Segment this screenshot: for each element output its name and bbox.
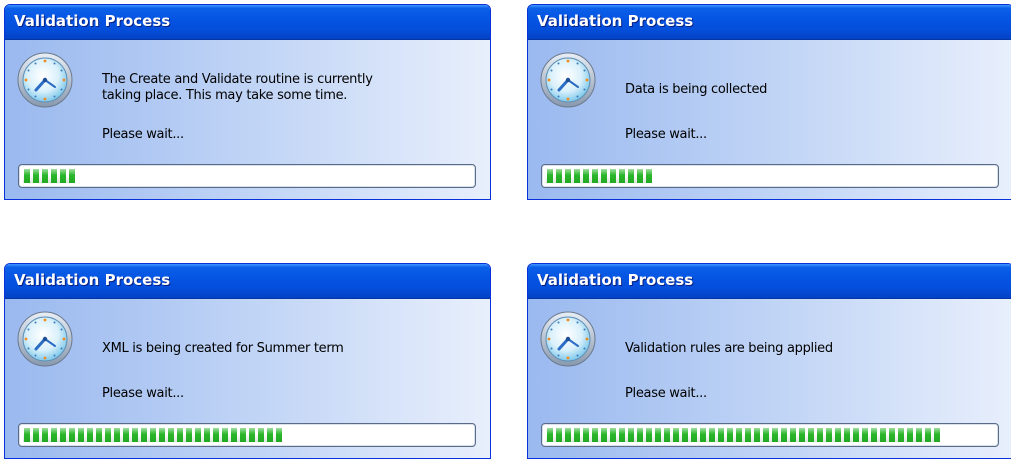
- dialog-message: Data is being collected: [625, 82, 995, 98]
- progress-fill: [546, 428, 940, 442]
- validation-dialog-rules: Validation Process Validation rules are …: [527, 263, 1011, 459]
- dialog-message: The Create and Validate routine is curre…: [102, 72, 472, 104]
- progress-bar: [18, 423, 476, 447]
- please-wait-text: Please wait...: [625, 127, 707, 142]
- message-line-1: Validation rules are being applied: [625, 341, 833, 356]
- dialog-title: Validation Process: [5, 5, 490, 40]
- progress-bar: [18, 164, 476, 188]
- message-line-2: taking place. This may take some time.: [102, 88, 348, 103]
- validation-dialog-create: Validation Process The Create and Valida…: [4, 4, 491, 200]
- validation-dialog-xml: Validation Process XML is being created …: [4, 263, 491, 459]
- dialog-title: Validation Process: [528, 264, 1011, 299]
- dialog-title: Validation Process: [5, 264, 490, 299]
- progress-fill: [23, 169, 75, 183]
- message-line-1: XML is being created for Summer term: [102, 341, 344, 356]
- clock-icon: [17, 52, 73, 108]
- message-line-1: Data is being collected: [625, 82, 768, 97]
- validation-dialog-collect: Validation Process Data is being collect…: [527, 4, 1011, 200]
- progress-bar: [541, 423, 999, 447]
- dialog-title: Validation Process: [528, 5, 1011, 40]
- please-wait-text: Please wait...: [102, 127, 184, 142]
- clock-icon: [540, 52, 596, 108]
- please-wait-text: Please wait...: [102, 386, 184, 401]
- dialog-message: Validation rules are being applied: [625, 341, 995, 357]
- message-line-1: The Create and Validate routine is curre…: [102, 72, 373, 87]
- dialog-message: XML is being created for Summer term: [102, 341, 472, 357]
- clock-icon: [540, 311, 596, 367]
- clock-icon: [17, 311, 73, 367]
- please-wait-text: Please wait...: [625, 386, 707, 401]
- progress-fill: [546, 169, 652, 183]
- progress-bar: [541, 164, 999, 188]
- progress-fill: [23, 428, 282, 442]
